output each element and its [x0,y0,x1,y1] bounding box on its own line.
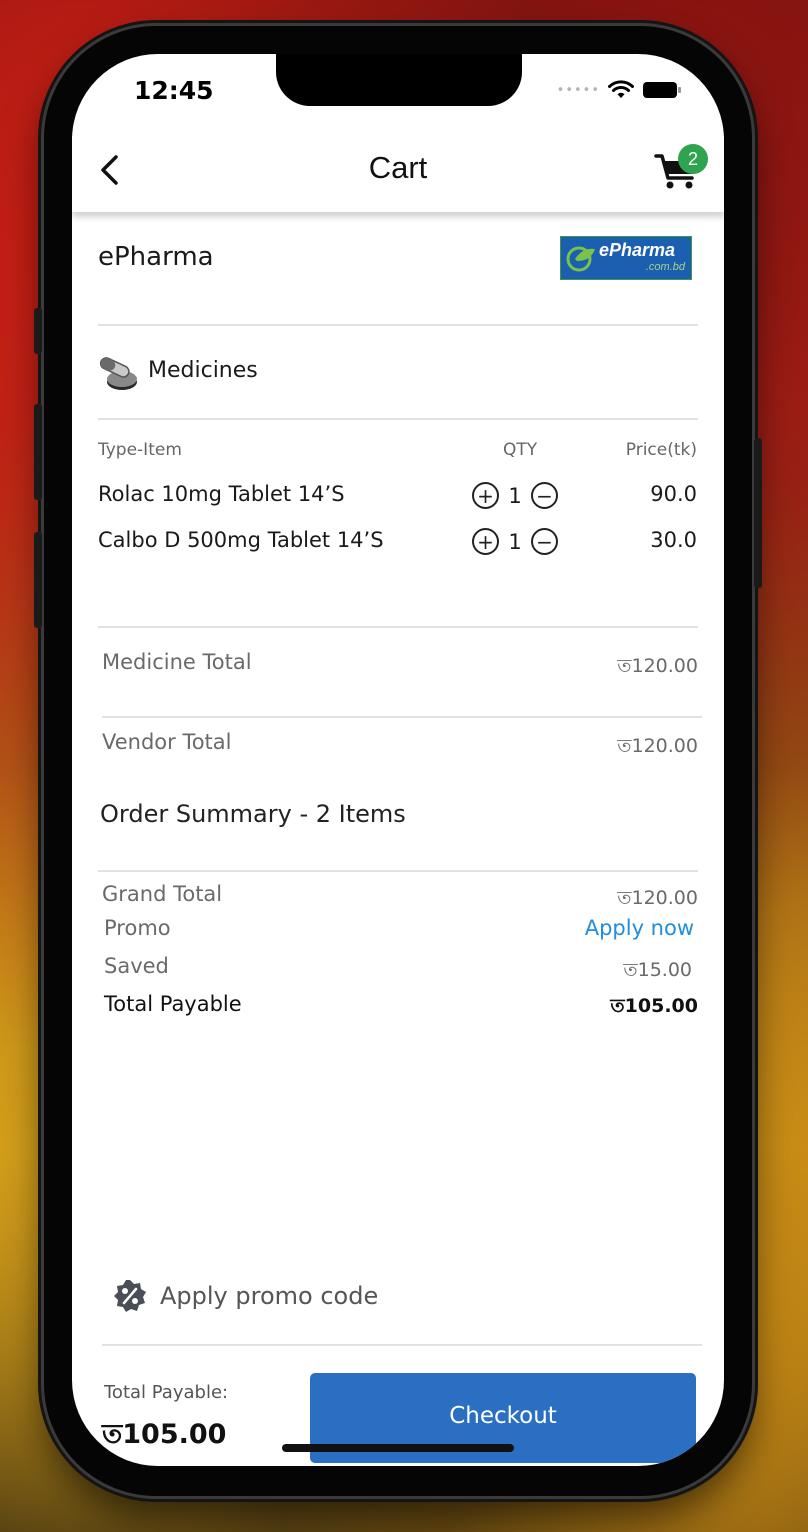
percent-badge-icon [114,1280,146,1312]
saved-value: ত15.00 [623,959,692,981]
nav-bar: Cart [72,136,724,212]
footer-payable-label: Total Payable: [104,1382,229,1403]
medicine-total-label: Medicine Total [102,650,252,674]
divider [98,324,698,326]
saved-label: Saved [104,954,169,978]
grand-total-label: Grand Total [102,882,223,906]
order-summary-title: Order Summary - 2 Items [100,800,406,828]
divider [98,626,698,628]
silent-switch [34,308,42,354]
plus-circle-icon[interactable]: + [472,482,499,509]
minus-circle-icon[interactable]: − [531,482,558,509]
item-qty: 1 [508,529,522,554]
cart-content: ePharma ePharma .com.bd Medicines Type-I… [72,212,724,1466]
plus-circle-icon[interactable]: + [472,528,499,555]
vendor-logo: ePharma .com.bd [560,236,692,280]
leaf-logo-icon [566,246,595,272]
logo-subtext: .com.bd [645,261,685,273]
item-name: Rolac 10mg Tablet 14’S [98,482,345,506]
item-price: 30.0 [650,528,697,552]
home-indicator [282,1444,514,1452]
divider [98,870,698,872]
divider [102,716,702,718]
screen: 12:45 ••••• Cart 2 ePharma ePharma .com.… [72,54,724,1466]
apply-promo-code-label: Apply promo code [160,1282,379,1310]
item-qty: 1 [508,483,522,508]
power-button [754,438,762,588]
wifi-icon [608,80,634,98]
footer-payable-amount: ত105.00 [102,1419,227,1450]
vendor-name: ePharma [98,242,214,272]
qty-stepper: + 1 − [472,482,558,509]
vendor-total-value: ত120.00 [617,735,698,757]
column-header-qty: QTY [503,440,538,460]
grand-total-value: ত120.00 [617,887,698,909]
divider [102,1344,702,1346]
battery-icon [643,82,681,98]
vendor-total-label: Vendor Total [102,730,232,754]
minus-circle-icon[interactable]: − [531,528,558,555]
total-payable-value: ত105.00 [610,995,698,1017]
status-time: 12:45 [134,76,214,105]
cart-count-badge: 2 [678,144,708,174]
notch [276,54,522,106]
signal-dots-icon: ••••• [556,82,600,98]
item-name: Calbo D 500mg Tablet 14’S [98,528,384,552]
volume-up-button [34,404,42,500]
column-header-item: Type-Item [98,440,182,460]
logo-text: ePharma [599,240,676,260]
apply-now-link[interactable]: Apply now [585,916,694,940]
status-icons: ••••• [557,80,682,100]
volume-down-button [34,532,42,628]
qty-stepper: + 1 − [472,528,558,555]
divider [98,418,698,420]
section-title: Medicines [148,358,258,383]
page-title: Cart [368,150,428,185]
promo-label: Promo [104,916,171,940]
column-header-price: Price(tk) [625,440,697,460]
pill-icon [99,357,137,390]
total-payable-label: Total Payable [104,992,242,1016]
apply-promo-code-button[interactable]: Apply promo code [112,1278,378,1314]
item-price: 90.0 [650,482,697,506]
medicine-total-value: ত120.00 [617,655,698,677]
